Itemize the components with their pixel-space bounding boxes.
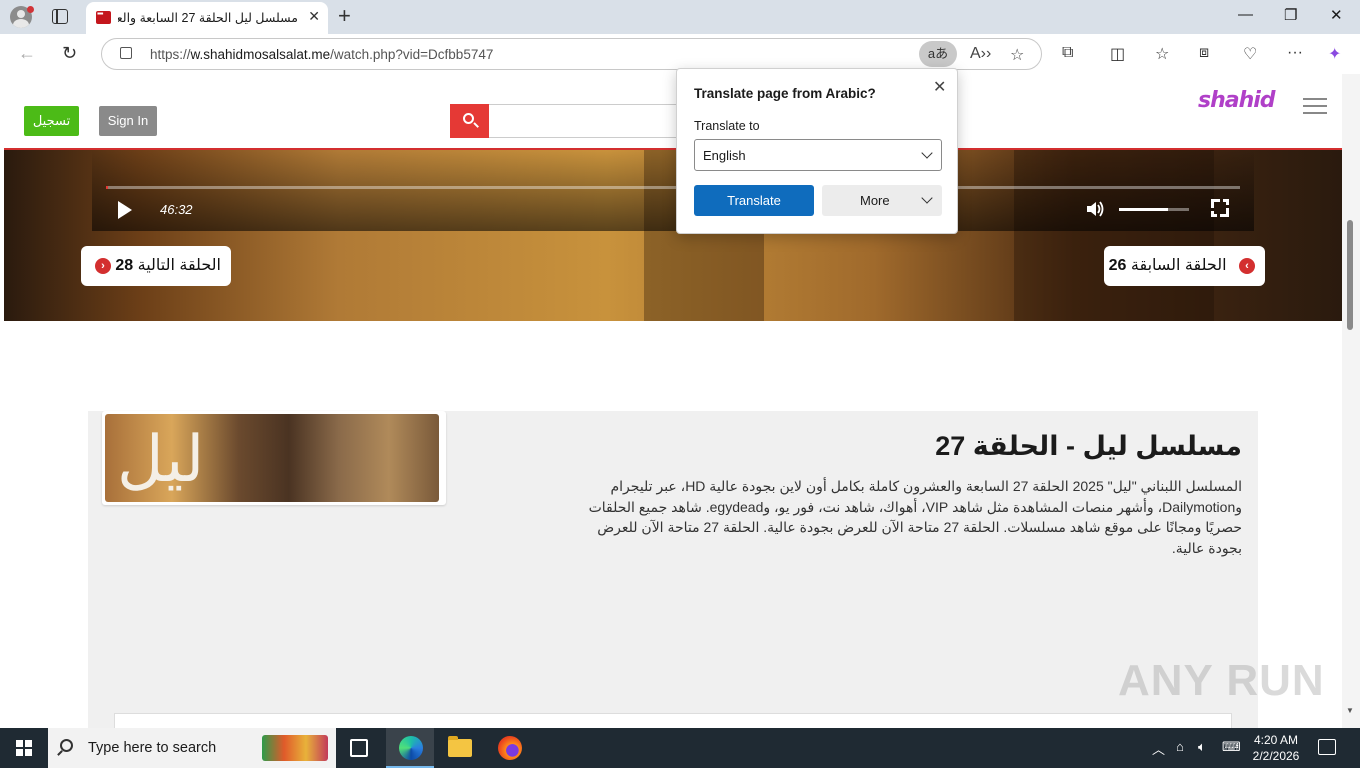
scroll-down-icon[interactable]: ▼ (1346, 706, 1354, 715)
site-logo[interactable]: shahid (1198, 88, 1276, 113)
more-button-label: More (860, 193, 890, 208)
settings-more-icon[interactable]: ··· (1287, 44, 1303, 62)
video-progress-bar[interactable] (106, 186, 1240, 189)
content-box (114, 713, 1232, 728)
volume-level (1119, 208, 1168, 211)
address-bar[interactable]: https://w.shahidmosalsalat.me/watch.php?… (101, 38, 1042, 70)
browser-essentials-icon[interactable]: ♡ (1243, 44, 1257, 64)
series-poster-logo: ليل (117, 423, 205, 497)
volume-slider[interactable] (1119, 208, 1189, 211)
network-icon[interactable]: ⌂ (1176, 739, 1184, 754)
taskbar-edge[interactable] (386, 728, 434, 768)
episode-title: مسلسل ليل - الحلقة 27 (935, 431, 1242, 461)
previous-episode-label: الحلقة السابقة (1130, 257, 1227, 274)
taskbar-firefox[interactable] (486, 728, 534, 768)
lock-icon[interactable] (120, 47, 132, 59)
page-scrollbar[interactable]: ▼ (1342, 74, 1360, 728)
windows-taskbar: Type here to search ︿ ⌂ 🔈︎ ⌨ 4:20 AM 2/2… (0, 728, 1360, 768)
windows-start-icon[interactable] (16, 740, 32, 756)
back-icon[interactable]: ← (18, 43, 36, 64)
task-view-icon[interactable] (350, 739, 368, 757)
taskbar-search-text: Type here to search (88, 740, 217, 756)
chevron-down-icon (921, 192, 933, 204)
taskbar-search-box[interactable]: Type here to search (48, 728, 336, 768)
video-time: 46:32 (160, 202, 193, 217)
tab-close-icon[interactable]: ✕ (308, 8, 320, 25)
speaker-icon[interactable]: 🔈︎ (1198, 739, 1206, 755)
search-icon (60, 739, 73, 752)
episode-info-section: ليل مسلسل ليل - الحلقة 27 المسلسل اللبنا… (88, 411, 1258, 728)
firefox-icon (498, 736, 522, 760)
restore-icon[interactable]: ❐ (1284, 6, 1297, 24)
collections-icon[interactable]: ⧈ (1199, 44, 1209, 62)
more-button[interactable]: More (822, 185, 942, 216)
extensions-icon[interactable]: ⧉ (1062, 44, 1073, 62)
previous-episode-number: 26 (1108, 257, 1127, 274)
read-aloud-icon[interactable]: A›› (970, 45, 991, 63)
search-highlight-icon[interactable] (262, 735, 328, 761)
chevron-down-icon (921, 147, 933, 159)
minimize-icon[interactable]: — (1238, 6, 1253, 23)
web-page: تسجيل Sign In shahid 46:32 الحلقة التالي… (4, 74, 1342, 728)
new-tab-icon[interactable]: + (338, 3, 351, 29)
clock-date: 2/2/2026 (1252, 749, 1300, 763)
tab-title: مسلسل ليل الحلقة 27 السابعة والعشرون (118, 11, 298, 25)
scrollbar-thumb[interactable] (1347, 220, 1353, 330)
clock-time: 4:20 AM (1253, 733, 1299, 747)
profile-notification-badge (27, 6, 34, 13)
signin-button[interactable]: Sign In (99, 106, 157, 136)
chevron-right-icon: › (1239, 257, 1255, 274)
taskbar-clock[interactable]: 4:20 AM 2/2/2026 (1246, 732, 1306, 764)
episode-description: المسلسل اللبناني "ليل" 2025 الحلقة 27 ال… (588, 478, 1242, 556)
translate-button[interactable]: Translate (694, 185, 814, 216)
browser-tab-active[interactable]: مسلسل ليل الحلقة 27 السابعة والعشرون ✕ (86, 2, 328, 34)
tab-actions-icon[interactable] (52, 9, 68, 24)
popup-close-icon[interactable]: ✕ (933, 77, 946, 97)
register-button[interactable]: تسجيل (24, 106, 79, 136)
refresh-icon[interactable]: ↻ (62, 43, 77, 64)
video-progress-fill (106, 186, 109, 189)
ime-icon[interactable]: ⌨ (1222, 739, 1241, 755)
notification-icon[interactable] (1318, 739, 1336, 755)
search-icon (463, 113, 474, 124)
close-window-icon[interactable]: ✕ (1330, 6, 1343, 24)
browser-tab-bar: مسلسل ليل الحلقة 27 السابعة والعشرون ✕ +… (0, 0, 1360, 34)
next-episode-number: 28 (115, 257, 134, 274)
url-text[interactable]: https://w.shahidmosalsalat.me/watch.php?… (150, 47, 493, 62)
site-favicon-icon (96, 9, 111, 24)
split-screen-icon[interactable]: ◫ (1110, 44, 1125, 64)
translate-popup-title: Translate page from Arabic? (694, 86, 876, 101)
anyrun-watermark: ANY RUN (1118, 656, 1325, 705)
favorites-icon[interactable]: ☆ (1155, 44, 1169, 64)
site-header: تسجيل Sign In shahid (4, 74, 1342, 150)
taskbar-file-explorer[interactable] (436, 728, 484, 768)
chevron-up-icon[interactable]: ︿ (1152, 739, 1165, 758)
chevron-left-icon: ‹ (94, 257, 111, 274)
language-select[interactable]: English (694, 139, 942, 171)
fullscreen-icon[interactable] (1211, 199, 1229, 217)
favorite-star-icon[interactable]: ☆ (1010, 45, 1024, 65)
series-thumbnail[interactable]: ليل (102, 411, 446, 505)
edge-icon (399, 736, 423, 760)
translate-to-label: Translate to (694, 119, 760, 133)
volume-icon[interactable] (1085, 199, 1105, 219)
next-episode-button[interactable]: الحلقة التالية 28 ‹ (81, 246, 231, 286)
play-icon[interactable] (118, 201, 132, 219)
search-button[interactable] (450, 104, 489, 138)
next-episode-label: الحلقة التالية (137, 257, 221, 274)
translate-icon[interactable]: aあ (919, 41, 957, 67)
search-input[interactable] (489, 104, 689, 138)
selected-language: English (703, 148, 746, 163)
video-player-controls[interactable]: 46:32 (92, 150, 1254, 231)
series-poster-image: ليل (105, 414, 439, 502)
copilot-icon[interactable]: ✦ (1328, 44, 1341, 64)
folder-icon (448, 736, 472, 757)
translate-popup: Translate page from Arabic? ✕ Translate … (676, 68, 958, 234)
previous-episode-button[interactable]: › الحلقة السابقة 26 (1104, 246, 1265, 286)
menu-icon[interactable] (1303, 98, 1327, 114)
